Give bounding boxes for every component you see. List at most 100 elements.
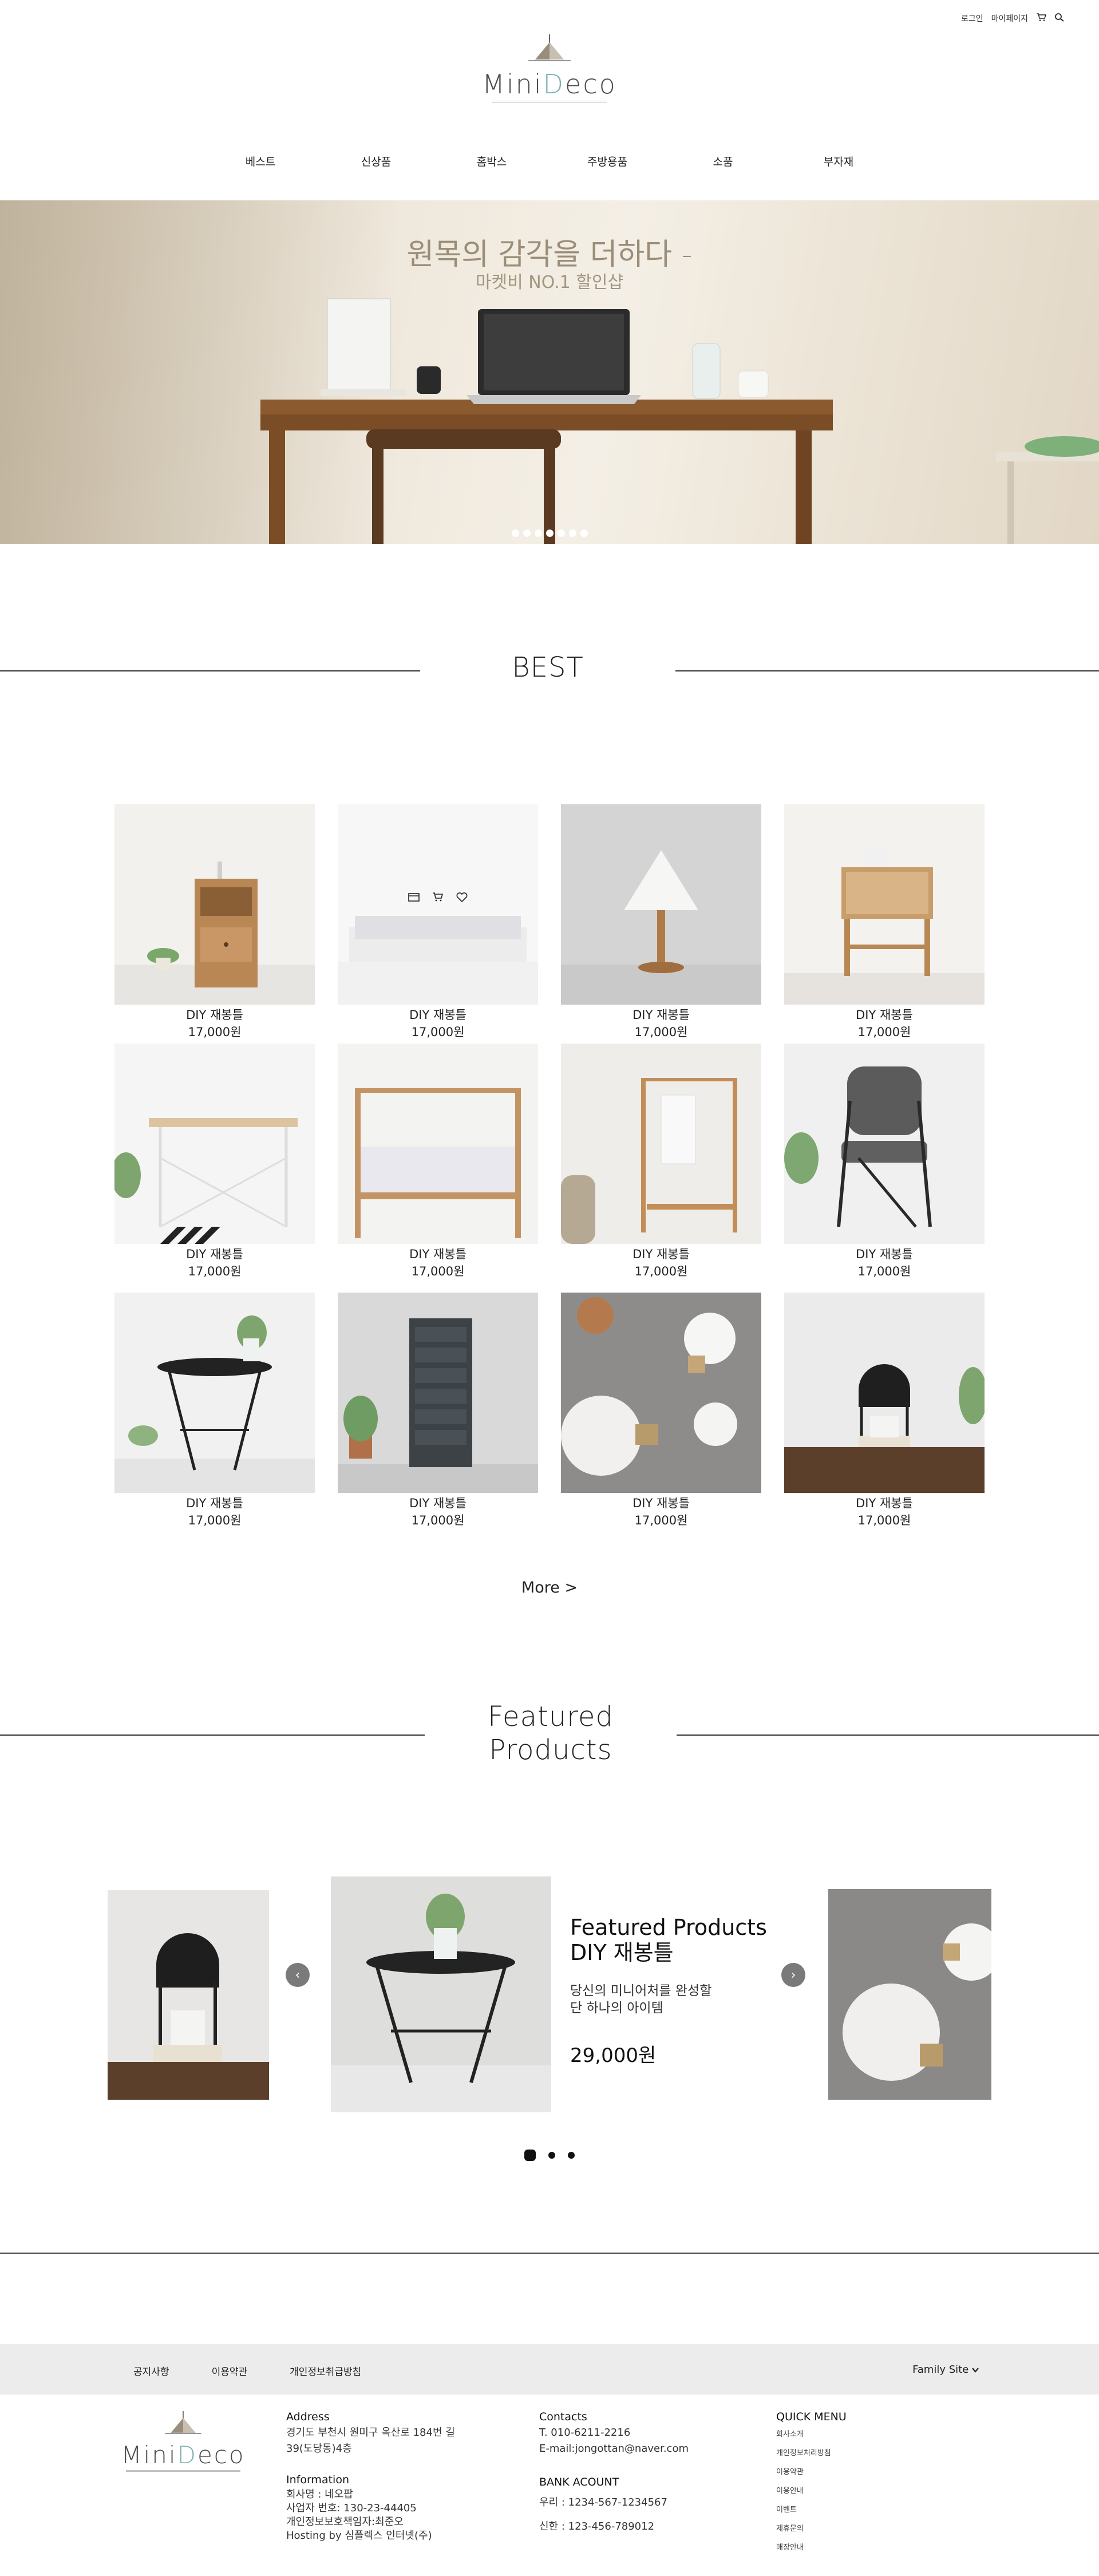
product-card[interactable]: DIY 재봉틀 17,000원 bbox=[784, 1293, 985, 1528]
featured-dot[interactable] bbox=[524, 2150, 536, 2161]
quick-menu-item[interactable]: 이벤트 bbox=[776, 2500, 902, 2519]
product-image bbox=[114, 1293, 315, 1493]
product-name: DIY 재봉틀 bbox=[409, 1247, 467, 1261]
featured-dot[interactable] bbox=[568, 2152, 575, 2159]
login-link[interactable]: 로그인 bbox=[961, 13, 983, 24]
quick-menu-item[interactable]: 개인정보처리방침 bbox=[776, 2444, 902, 2463]
hero-title: 원목의 감각을 더하다 - bbox=[406, 238, 693, 272]
featured-title: Featured Products bbox=[425, 1700, 677, 1767]
product-name: DIY 재봉틀 bbox=[186, 1247, 243, 1261]
product-price: 17,000원 bbox=[188, 1514, 242, 1527]
footer-contacts: Contacts T. 010-6211-2216 E-mail:jongott… bbox=[539, 2411, 689, 2532]
more-button[interactable]: More > bbox=[0, 1579, 1099, 1597]
featured-divider-right bbox=[677, 1735, 1099, 1736]
nav-item-new[interactable]: 신상품 bbox=[318, 153, 434, 169]
product-price: 17,000원 bbox=[411, 1025, 465, 1039]
hero-dot[interactable] bbox=[557, 530, 565, 537]
product-price: 17,000원 bbox=[411, 1265, 465, 1278]
nav-item-homebox[interactable]: 홈박스 bbox=[434, 153, 550, 169]
footer-logo-underline bbox=[126, 2470, 240, 2472]
product-image bbox=[114, 1044, 315, 1244]
featured-divider-left bbox=[0, 1735, 425, 1736]
product-price: 17,000원 bbox=[634, 1265, 688, 1278]
nav-item-kitchen[interactable]: 주방용품 bbox=[550, 153, 665, 169]
footer-link-bar: 공지사항 이용약관 개인정보취급방침 Family Site bbox=[0, 2344, 1099, 2395]
product-card[interactable]: DIY 재봉틀 17,000원 bbox=[784, 804, 985, 1040]
featured-product-info: Featured Products DIY 재봉틀 당신의 미니어처를 완성할 … bbox=[570, 1915, 799, 2068]
logo-underline bbox=[492, 101, 607, 102]
section-divider bbox=[0, 2253, 1099, 2254]
product-name: DIY 재봉틀 bbox=[186, 1008, 243, 1022]
footer-links: 공지사항 이용약관 개인정보취급방침 bbox=[133, 2364, 361, 2378]
hero-dot[interactable] bbox=[545, 530, 554, 537]
nav-item-materials[interactable]: 부자재 bbox=[781, 153, 896, 169]
site-logo[interactable]: MiniDeco bbox=[0, 34, 1099, 102]
hero-banner[interactable]: 원목의 감각을 더하다 - 마켓비 NO.1 할인샵 bbox=[0, 200, 1099, 544]
featured-slide-active-image[interactable] bbox=[331, 1876, 551, 2112]
search-icon[interactable] bbox=[1054, 13, 1065, 24]
product-card[interactable]: DIY 재봉틀 17,000원 bbox=[114, 804, 315, 1040]
product-card[interactable]: DIY 재봉틀 17,000원 bbox=[338, 1293, 538, 1528]
quickview-icon[interactable] bbox=[407, 890, 421, 904]
featured-slide-prev[interactable] bbox=[108, 1890, 269, 2100]
best-divider-left bbox=[0, 670, 420, 671]
footer-logo-wordmark: MiniDeco bbox=[121, 2441, 246, 2469]
quick-menu-item[interactable]: 회사소개 bbox=[776, 2425, 902, 2444]
featured-pagination bbox=[0, 2150, 1099, 2161]
product-image bbox=[784, 804, 985, 1005]
quick-menu-item[interactable]: 제휴문의 bbox=[776, 2519, 902, 2538]
product-image bbox=[114, 804, 315, 1005]
footer-logo[interactable]: MiniDeco bbox=[120, 2411, 246, 2472]
hero-dot[interactable] bbox=[580, 530, 588, 537]
featured-slide-next[interactable] bbox=[828, 1889, 991, 2100]
footer-body: MiniDeco Address 경기도 부천시 원미구 옥산로 184번 길 … bbox=[0, 2404, 1099, 2576]
product-name: DIY 재봉틀 bbox=[856, 1247, 913, 1261]
wishlist-icon[interactable] bbox=[455, 890, 469, 904]
privacy-link[interactable]: 개인정보취급방침 bbox=[290, 2364, 361, 2378]
product-name: DIY 재봉틀 bbox=[856, 1008, 913, 1022]
product-card[interactable]: DIY 재봉틀 17,000원 bbox=[114, 1044, 315, 1279]
product-price: 17,000원 bbox=[857, 1265, 911, 1278]
hero-dot[interactable] bbox=[568, 530, 576, 537]
notice-link[interactable]: 공지사항 bbox=[133, 2364, 169, 2378]
hero-dot[interactable] bbox=[523, 530, 531, 537]
product-image bbox=[338, 1044, 538, 1244]
featured-title-line2: Products bbox=[489, 1734, 612, 1766]
product-price: 17,000원 bbox=[411, 1514, 465, 1527]
top-utility-bar: 로그인 마이페이지 bbox=[961, 13, 1065, 24]
product-card[interactable]: DIY 재봉틀 17,000원 bbox=[114, 1293, 315, 1528]
hero-subtitle: 마켓비 NO.1 할인샵 bbox=[475, 272, 624, 293]
quick-menu-item[interactable]: 이용약관 bbox=[776, 2463, 902, 2482]
featured-product-price: 29,000원 bbox=[570, 2044, 657, 2067]
product-card[interactable]: DIY 재봉틀 17,000원 bbox=[338, 804, 538, 1040]
hero-dot[interactable] bbox=[534, 530, 542, 537]
quick-menu-item[interactable]: 매장안내 bbox=[776, 2538, 902, 2557]
product-card[interactable]: DIY 재봉틀 17,000원 bbox=[561, 1293, 761, 1528]
cart-icon[interactable] bbox=[1036, 13, 1046, 24]
lamp-logo-icon bbox=[528, 34, 571, 61]
featured-dot[interactable] bbox=[548, 2152, 555, 2159]
product-price: 17,000원 bbox=[857, 1514, 911, 1527]
mypage-link[interactable]: 마이페이지 bbox=[991, 13, 1028, 24]
best-title: BEST bbox=[512, 651, 584, 683]
product-image bbox=[561, 1044, 761, 1244]
product-card[interactable]: DIY 재봉틀 17,000원 bbox=[561, 804, 761, 1040]
quick-menu-item[interactable]: 이용안내 bbox=[776, 2482, 902, 2500]
family-site-select[interactable]: Family Site bbox=[912, 2364, 979, 2376]
nav-item-props[interactable]: 소품 bbox=[665, 153, 781, 169]
product-name: DIY 재봉틀 bbox=[186, 1496, 243, 1510]
product-name: DIY 재봉틀 bbox=[856, 1496, 913, 1510]
terms-link[interactable]: 이용약관 bbox=[212, 2364, 248, 2378]
product-price: 17,000원 bbox=[857, 1025, 911, 1039]
product-card[interactable]: DIY 재봉틀 17,000원 bbox=[784, 1044, 985, 1279]
featured-next-arrow[interactable]: › bbox=[781, 1963, 805, 1987]
nav-item-best[interactable]: 베스트 bbox=[203, 153, 318, 169]
product-price: 17,000원 bbox=[188, 1025, 242, 1039]
logo-wordmark: MiniDeco bbox=[482, 69, 617, 100]
product-card[interactable]: DIY 재봉틀 17,000원 bbox=[561, 1044, 761, 1279]
featured-product-desc: 당신의 미니어처를 완성할 단 하나의 아이템 bbox=[570, 1984, 712, 2016]
featured-prev-arrow[interactable]: ‹ bbox=[286, 1963, 310, 1987]
hero-dot[interactable] bbox=[511, 530, 519, 537]
add-to-cart-icon[interactable] bbox=[431, 890, 445, 904]
product-card[interactable]: DIY 재봉틀 17,000원 bbox=[338, 1044, 538, 1279]
